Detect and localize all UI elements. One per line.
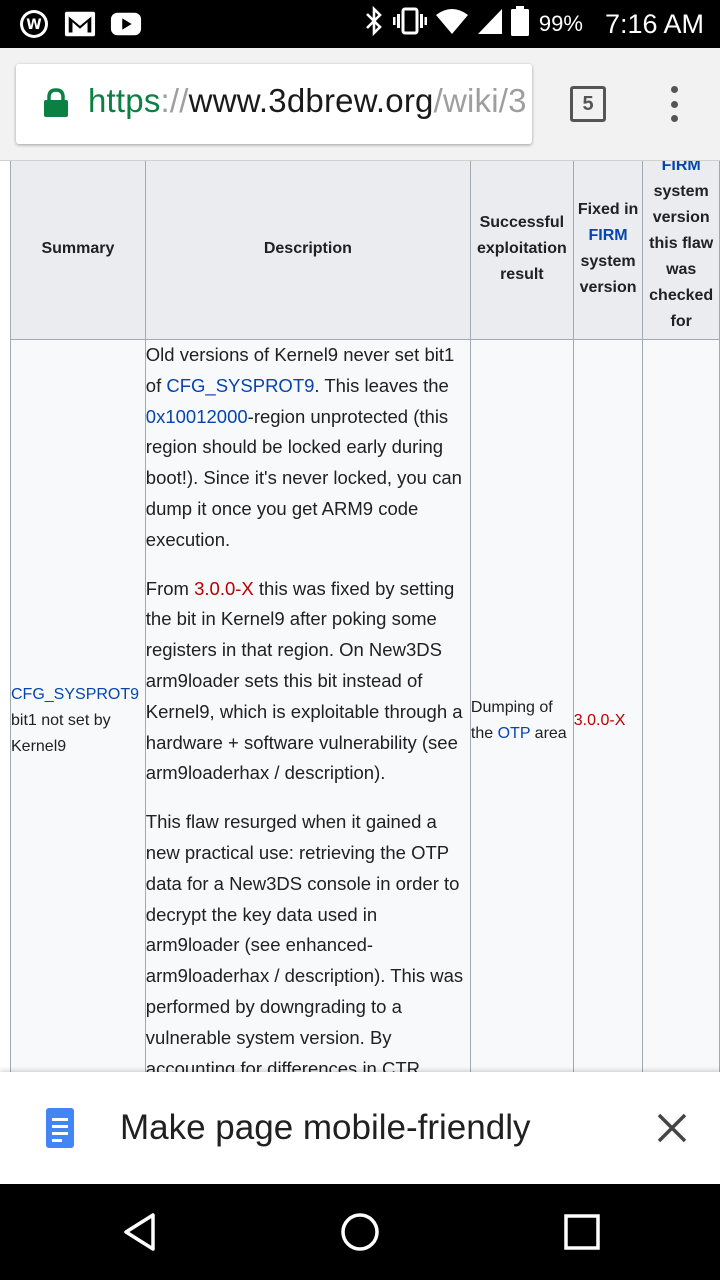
version-link[interactable]: 3.0.0-X bbox=[574, 712, 626, 729]
cell-fixed-in: 3.0.0-X bbox=[572, 338, 644, 1072]
menu-dot bbox=[670, 86, 678, 93]
table-header-row: Summary Description Successful exploitat… bbox=[10, 161, 720, 340]
tab-switcher-button[interactable]: 5 bbox=[570, 86, 606, 122]
mobile-friendly-infobar[interactable]: Make page mobile-friendly bbox=[0, 1072, 720, 1184]
cell-checked-for bbox=[642, 338, 720, 1072]
cell-signal-icon bbox=[477, 7, 503, 42]
back-icon[interactable] bbox=[120, 1212, 160, 1252]
document-icon bbox=[46, 1108, 74, 1148]
home-icon[interactable] bbox=[340, 1212, 380, 1252]
browser-toolbar: https://www.3dbrew.org/wiki/3 5 bbox=[0, 48, 720, 161]
overflow-menu-button[interactable] bbox=[662, 86, 686, 122]
close-icon[interactable] bbox=[656, 1112, 688, 1144]
battery-percentage: 99% bbox=[538, 11, 583, 36]
header-description: Description bbox=[144, 161, 471, 340]
gmail-notification-icon bbox=[64, 8, 96, 40]
url-text[interactable]: https://www.3dbrew.org/wiki/3 bbox=[88, 82, 527, 120]
wifi-icon bbox=[435, 7, 469, 42]
version-link[interactable]: 3.0.0-X bbox=[194, 578, 254, 599]
description-paragraph: Old versions of Kernel9 never set bit1 o… bbox=[145, 344, 462, 550]
cell-result: Dumping of the OTP area bbox=[469, 338, 574, 1072]
menu-dot bbox=[670, 115, 678, 122]
battery-icon bbox=[510, 5, 529, 43]
region-address-link[interactable]: 0x10012000 bbox=[146, 406, 248, 427]
cfg-sysprot9-link[interactable]: CFG_SYSPROT9 bbox=[11, 686, 139, 703]
svg-text:W: W bbox=[26, 17, 41, 33]
otp-link[interactable]: OTP bbox=[498, 725, 531, 742]
firm-link[interactable]: FIRM bbox=[662, 161, 701, 174]
wordpress-notification-icon: W bbox=[18, 8, 50, 40]
header-result: Successful exploitation result bbox=[469, 161, 574, 340]
header-fixed-in: Fixed in FIRM system version bbox=[572, 161, 644, 340]
youtube-notification-icon bbox=[110, 8, 142, 40]
vulnerability-table: Summary Description Successful exploitat… bbox=[10, 161, 720, 1072]
vibrate-icon bbox=[392, 6, 427, 43]
lock-icon[interactable] bbox=[42, 88, 70, 118]
navigation-bar bbox=[0, 1184, 720, 1280]
cfg-sysprot9-link[interactable]: CFG_SYSPROT9 bbox=[166, 375, 314, 396]
address-bar[interactable]: https://www.3dbrew.org/wiki/3 bbox=[16, 64, 532, 144]
tab-count: 5 bbox=[582, 92, 594, 115]
recents-icon[interactable] bbox=[562, 1212, 602, 1252]
status-bar: W 99% 7:16 AM bbox=[0, 0, 720, 48]
firm-link[interactable]: FIRM bbox=[589, 227, 628, 244]
infobar-message[interactable]: Make page mobile-friendly bbox=[120, 1108, 530, 1148]
menu-dot bbox=[670, 100, 678, 108]
cell-description: Old versions of Kernel9 never set bit1 o… bbox=[144, 338, 471, 1072]
description-paragraph: From 3.0.0-X this was fixed by setting t… bbox=[145, 577, 463, 784]
web-page-content: Summary Description Successful exploitat… bbox=[0, 161, 720, 1072]
table-row: CFG_SYSPROT9 bit1 not set by Kernel9 Old… bbox=[10, 338, 720, 1072]
cell-summary: CFG_SYSPROT9 bit1 not set by Kernel9 bbox=[10, 338, 146, 1072]
header-summary: Summary bbox=[10, 161, 146, 340]
bluetooth-icon bbox=[363, 5, 385, 43]
header-checked-for: FIRM system version this flaw was checke… bbox=[642, 161, 720, 340]
description-paragraph: This flaw resurged when it gained a new … bbox=[145, 811, 464, 1072]
clock: 7:16 AM bbox=[604, 8, 704, 39]
